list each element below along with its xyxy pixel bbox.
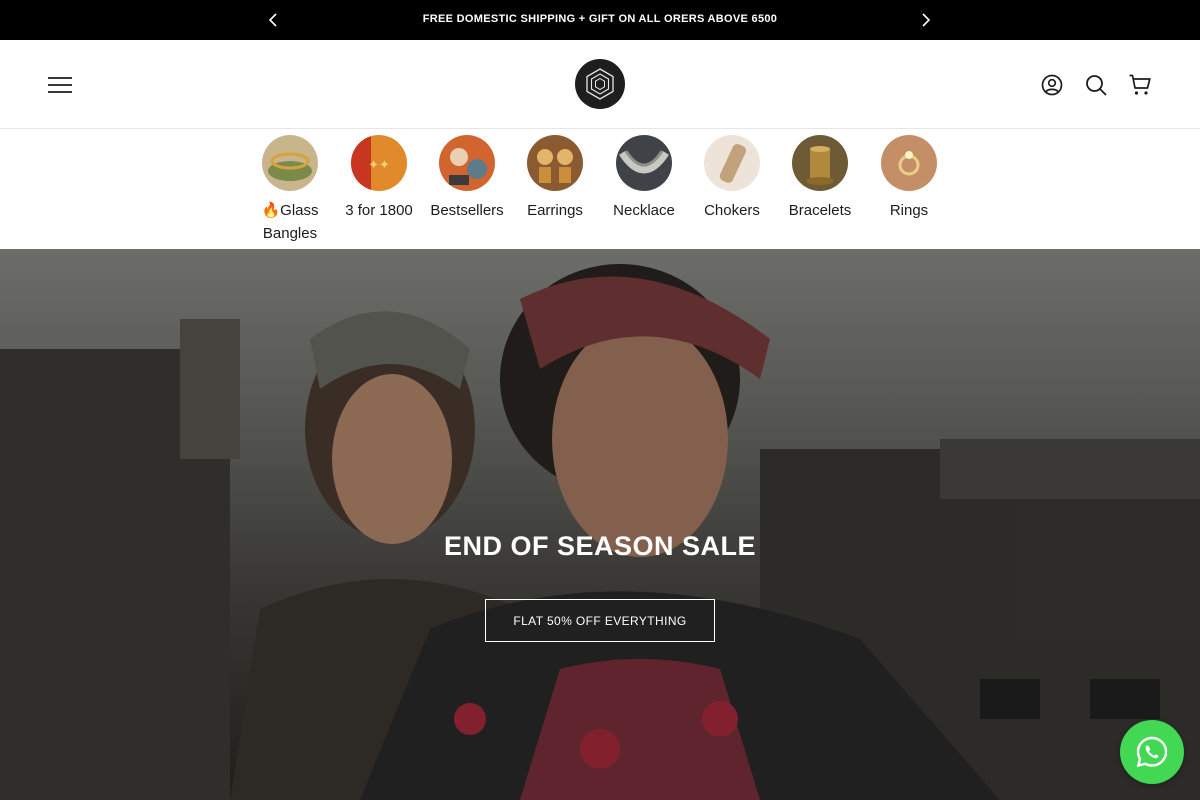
announcement-text[interactable]: FREE DOMESTIC SHIPPING + GIFT ON ALL ORE…	[0, 13, 1200, 25]
category-thumbnail: ✦✦	[351, 135, 407, 191]
category-glass-bangles[interactable]: 🔥Glass Bangles	[245, 135, 335, 245]
chevron-right-icon[interactable]	[916, 10, 936, 30]
category-thumbnail	[439, 135, 495, 191]
category-label: Rings	[889, 202, 929, 219]
announcement-bar: FREE DOMESTIC SHIPPING + GIFT ON ALL ORE…	[0, 0, 1200, 40]
category-thumbnail	[616, 135, 672, 191]
category-thumbnail	[262, 135, 318, 191]
category-label: 3 for 1800	[345, 202, 413, 219]
cart-icon[interactable]	[1128, 73, 1152, 97]
whatsapp-icon[interactable]	[1120, 720, 1184, 784]
category-necklace[interactable]: Necklace	[599, 135, 689, 222]
site-header	[0, 40, 1200, 129]
category-3-for-1800[interactable]: ✦✦ 3 for 1800	[334, 135, 424, 222]
search-icon[interactable]	[1084, 73, 1108, 97]
category-thumbnail	[792, 135, 848, 191]
category-label: Bestsellers	[430, 202, 504, 219]
hero-cta-button[interactable]: FLAT 50% OFF EVERYTHING	[485, 599, 715, 642]
category-label: Bracelets	[788, 202, 852, 219]
hamburger-menu-icon[interactable]	[46, 73, 74, 97]
category-bestsellers[interactable]: Bestsellers	[422, 135, 512, 222]
account-icon[interactable]	[1040, 73, 1064, 97]
category-label: 🔥Glass Bangles	[261, 202, 319, 242]
category-thumbnail	[881, 135, 937, 191]
category-thumbnail	[527, 135, 583, 191]
category-label: Earrings	[527, 202, 583, 219]
category-thumbnail	[704, 135, 760, 191]
hero-banner: END OF SEASON SALE FLAT 50% OFF EVERYTHI…	[0, 249, 1200, 800]
category-label: Chokers	[704, 202, 760, 219]
hexagon-logo[interactable]	[575, 59, 625, 109]
hero-title: END OF SEASON SALE	[443, 531, 757, 561]
svg-text:✦✦: ✦✦	[368, 158, 390, 173]
category-bracelets[interactable]: Bracelets	[775, 135, 865, 222]
category-earrings[interactable]: Earrings	[510, 135, 600, 222]
category-rings[interactable]: Rings	[864, 135, 954, 222]
category-label: Necklace	[613, 202, 675, 219]
category-chokers[interactable]: Chokers	[687, 135, 777, 222]
category-strip: 🔥Glass Bangles ✦✦ 3 for 1800 Bestsellers…	[0, 130, 1200, 249]
hero-image	[0, 249, 1200, 800]
